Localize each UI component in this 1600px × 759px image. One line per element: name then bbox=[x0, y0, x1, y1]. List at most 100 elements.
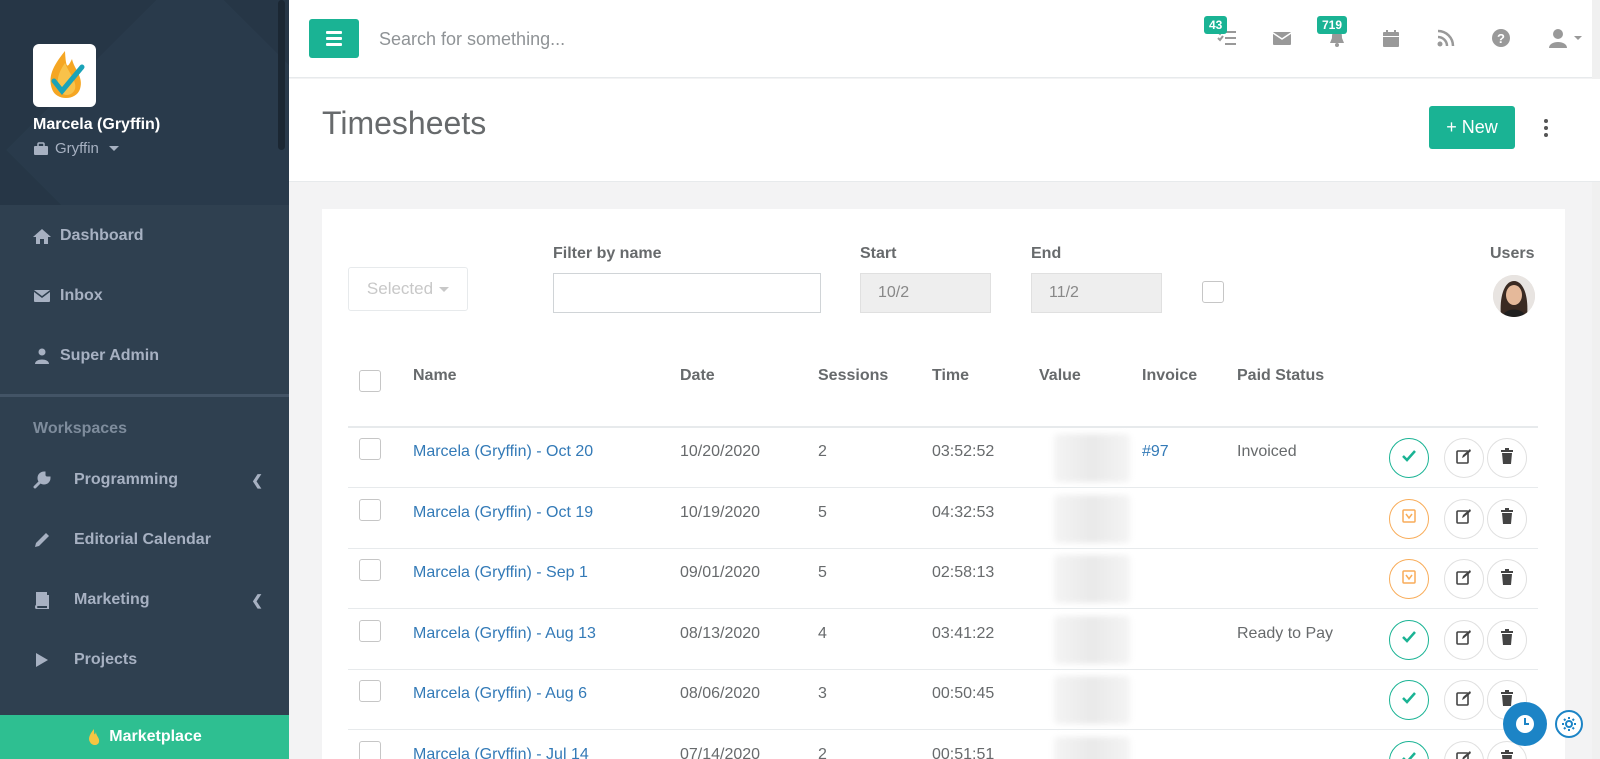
gear-icon bbox=[1562, 717, 1576, 731]
sidebar-item-marketing[interactable]: Marketing ❮ bbox=[0, 570, 289, 630]
edit-button[interactable] bbox=[1444, 680, 1484, 720]
row-checkbox[interactable] bbox=[359, 680, 381, 702]
sidebar-item-dashboard[interactable]: Dashboard bbox=[0, 206, 289, 266]
delete-button[interactable] bbox=[1487, 498, 1527, 539]
column-header-paid-status[interactable]: Paid Status bbox=[1237, 367, 1324, 385]
column-header-sessions[interactable]: Sessions bbox=[818, 367, 888, 385]
invoice-link[interactable]: #97 bbox=[1142, 443, 1169, 461]
timesheet-name-link[interactable]: Marcela (Gryffin) - Aug 13 bbox=[413, 625, 596, 643]
bulk-action-dropdown[interactable]: Selected bbox=[348, 267, 468, 311]
user-menu-icon[interactable] bbox=[1545, 26, 1585, 50]
rss-icon[interactable] bbox=[1434, 26, 1458, 50]
sidebar-scrollbar[interactable] bbox=[278, 0, 285, 150]
user-avatar[interactable] bbox=[1493, 275, 1535, 317]
search-input[interactable] bbox=[379, 24, 979, 54]
approve-button[interactable] bbox=[1389, 680, 1429, 720]
sidebar-item-label: Projects bbox=[74, 651, 138, 668]
timesheet-sessions: 3 bbox=[818, 685, 827, 702]
menu-toggle-button[interactable] bbox=[309, 19, 359, 58]
sidebar: Marcela (Gryffin) Gryffin Dashboard Inbo… bbox=[0, 0, 289, 759]
row-checkbox[interactable] bbox=[359, 559, 381, 581]
sidebar-profile: Marcela (Gryffin) Gryffin bbox=[0, 0, 289, 205]
delete-button[interactable] bbox=[1487, 559, 1527, 599]
bulk-action-label: Selected bbox=[366, 279, 434, 298]
envelope-icon[interactable] bbox=[1270, 26, 1294, 50]
check-icon bbox=[1401, 691, 1417, 710]
company-switcher[interactable]: Gryffin bbox=[33, 140, 119, 157]
timer-button[interactable] bbox=[1503, 702, 1547, 746]
users-label: Users bbox=[1490, 245, 1535, 262]
edit-button[interactable] bbox=[1444, 740, 1484, 759]
calendar-icon[interactable] bbox=[1379, 26, 1403, 50]
inbox-in-icon bbox=[1401, 508, 1417, 529]
top-navbar: 43 719 ? bbox=[289, 0, 1600, 78]
start-date-input[interactable] bbox=[860, 273, 991, 313]
sidebar-item-editorial-calendar[interactable]: Editorial Calendar bbox=[0, 510, 289, 570]
sidebar-item-projects[interactable]: Projects bbox=[0, 630, 289, 690]
table-row: Marcela (Gryffin) - Aug 6 08/06/2020 3 00:5… bbox=[348, 670, 1538, 730]
clock-icon bbox=[1516, 715, 1534, 733]
wrench-icon bbox=[32, 471, 52, 489]
row-checkbox[interactable] bbox=[359, 438, 381, 460]
marketplace-button[interactable]: Marketplace bbox=[0, 715, 289, 759]
filter-checkbox[interactable] bbox=[1202, 281, 1224, 303]
column-header-value[interactable]: Value bbox=[1039, 367, 1081, 385]
delete-button[interactable] bbox=[1487, 619, 1527, 660]
row-checkbox[interactable] bbox=[359, 619, 381, 642]
end-date-label: End bbox=[1031, 245, 1062, 262]
select-all-checkbox[interactable] bbox=[359, 370, 381, 392]
chevron-left-icon: ❮ bbox=[251, 471, 263, 488]
column-header-invoice[interactable]: Invoice bbox=[1142, 367, 1197, 385]
sidebar-item-label: Inbox bbox=[60, 287, 103, 304]
column-header-name[interactable]: Name bbox=[413, 367, 457, 385]
timesheet-time: 04:32:53 bbox=[932, 503, 995, 521]
sidebar-item-inbox[interactable]: Inbox bbox=[0, 266, 289, 326]
more-options-icon[interactable] bbox=[1543, 119, 1549, 137]
timesheet-value-redacted bbox=[1054, 736, 1130, 759]
timesheet-value-redacted bbox=[1054, 434, 1130, 482]
mark-pending-button[interactable] bbox=[1389, 498, 1429, 539]
help-icon[interactable]: ? bbox=[1489, 26, 1513, 50]
sidebar-item-programming[interactable]: Programming ❮ bbox=[0, 450, 289, 510]
timesheet-date: 10/19/2020 bbox=[680, 503, 761, 521]
row-checkbox[interactable] bbox=[359, 498, 381, 521]
timesheet-time: 03:41:22 bbox=[932, 624, 995, 642]
row-checkbox[interactable] bbox=[359, 740, 381, 759]
timesheet-sessions: 5 bbox=[818, 564, 827, 581]
caret-down-icon bbox=[108, 146, 119, 151]
timesheet-name-link[interactable]: Marcela (Gryffin) - Jul 14 bbox=[413, 746, 589, 759]
approve-button[interactable] bbox=[1389, 619, 1429, 660]
home-icon bbox=[32, 228, 52, 245]
new-timesheet-button[interactable]: + New bbox=[1429, 106, 1515, 149]
delete-button[interactable] bbox=[1487, 438, 1527, 478]
settings-button[interactable] bbox=[1555, 710, 1583, 738]
edit-button[interactable] bbox=[1444, 438, 1484, 478]
mark-pending-button[interactable] bbox=[1389, 559, 1429, 599]
timesheet-name-link[interactable]: Marcela (Gryffin) - Oct 19 bbox=[413, 504, 593, 522]
timesheet-name-link[interactable]: Marcela (Gryffin) - Oct 20 bbox=[413, 443, 593, 461]
caret-down-icon bbox=[439, 286, 450, 292]
check-icon bbox=[1401, 751, 1417, 759]
timesheet-time: 03:52:52 bbox=[932, 443, 995, 460]
timesheet-name-link[interactable]: Marcela (Gryffin) - Aug 6 bbox=[413, 685, 587, 703]
approve-button[interactable] bbox=[1389, 740, 1429, 759]
column-header-date[interactable]: Date bbox=[680, 367, 715, 385]
approve-button[interactable] bbox=[1389, 438, 1429, 478]
edit-button[interactable] bbox=[1444, 498, 1484, 539]
trash-icon bbox=[1500, 629, 1514, 650]
envelope-icon bbox=[32, 289, 52, 303]
end-date-input[interactable] bbox=[1031, 273, 1162, 313]
edit-button[interactable] bbox=[1444, 559, 1484, 599]
table-row: Marcela (Gryffin) - Jul 14 07/14/2020 2 00:… bbox=[348, 731, 1538, 759]
timesheet-name-link[interactable]: Marcela (Gryffin) - Sep 1 bbox=[413, 564, 588, 582]
sidebar-item-super-admin[interactable]: Super Admin bbox=[0, 326, 289, 386]
timesheet-time: 02:58:13 bbox=[932, 564, 995, 581]
page-header: Timesheets + New bbox=[289, 79, 1600, 182]
column-header-time[interactable]: Time bbox=[932, 367, 969, 385]
edit-button[interactable] bbox=[1444, 619, 1484, 660]
inbox-in-icon bbox=[1401, 569, 1417, 590]
timesheet-value-redacted bbox=[1054, 615, 1130, 664]
timesheet-value-redacted bbox=[1054, 676, 1130, 724]
filter-name-input[interactable] bbox=[553, 273, 821, 313]
app-logo[interactable] bbox=[33, 44, 96, 107]
